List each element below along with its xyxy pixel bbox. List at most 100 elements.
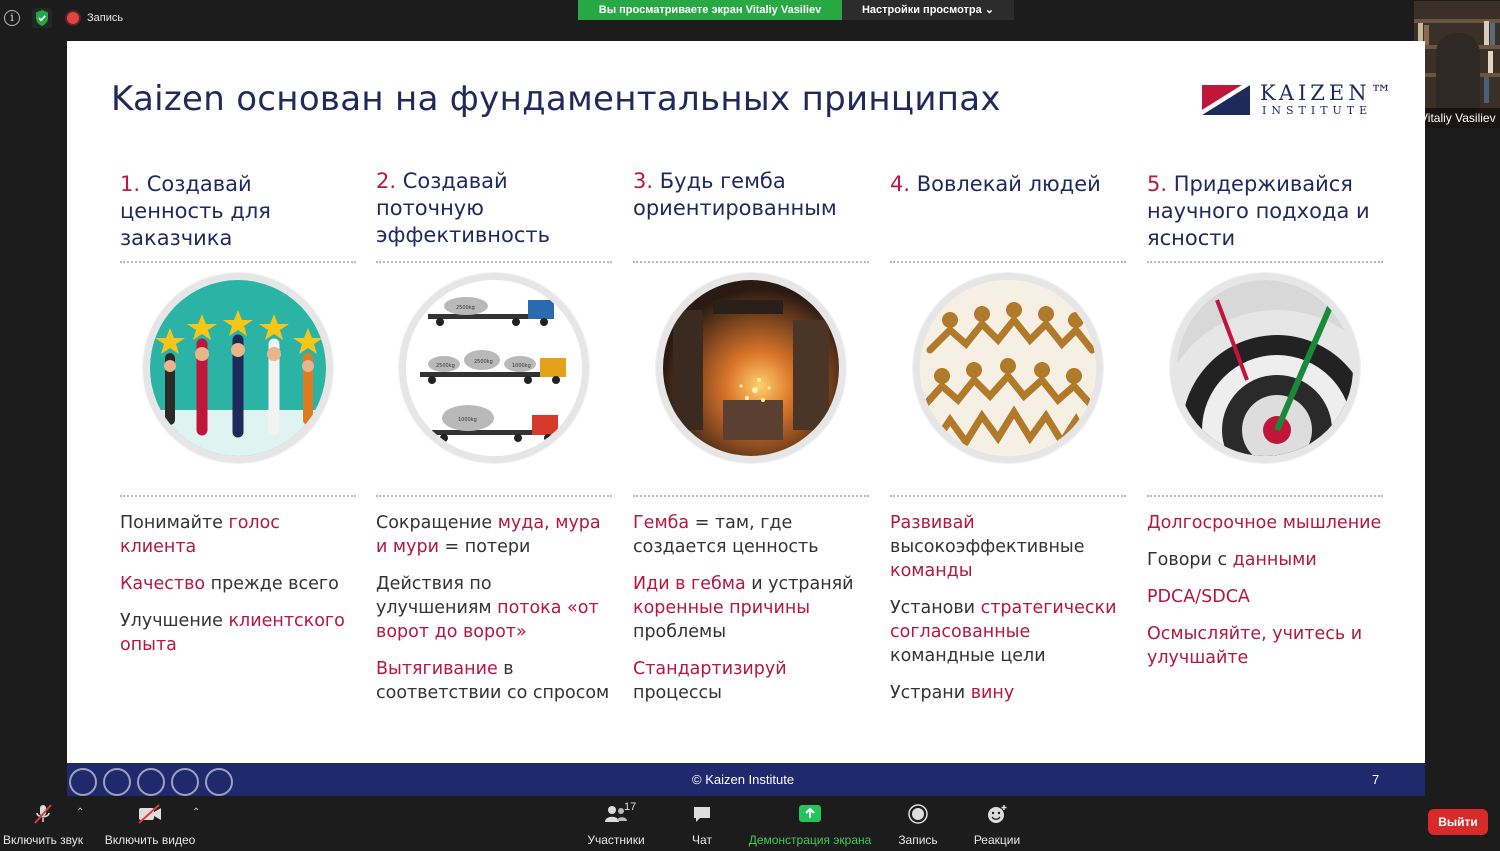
bullet-text: Установи [890,598,981,618]
slides-grid-icon[interactable] [137,768,165,796]
highlighted-text: Гемба [633,513,690,533]
people-chain-illustration [913,273,1103,463]
slide-page-number: 7 [1372,772,1380,787]
principle-bullet: Действия по улучшениям потока «от ворот … [376,572,612,644]
meeting-toolbar: Включить звук ⌃ Включить видео ⌃ 17 Учас… [0,797,1500,851]
principle-bullets: Понимайте голос клиента Качество прежде в… [120,497,356,657]
video-options-caret-icon[interactable]: ⌃ [192,807,200,818]
audio-options-caret-icon[interactable]: ⌃ [76,807,84,818]
share-banner: Вы просматриваете экран Vitaliy Vasiliev [578,0,842,20]
weight-label: 2500kg [436,363,455,369]
weight-label: 1000kg [458,417,477,423]
recording-indicator[interactable]: Запись [67,9,123,27]
principle-bullet: Понимайте голос клиента [120,511,356,559]
participants-button[interactable]: 17 Участники [580,801,652,847]
highlighted-text: Долгосрочное мышление [1147,513,1382,533]
chat-label: Чат [692,833,712,847]
principle-bullets: Гемба = там, где создается ценность Иди в… [633,497,869,705]
principle-bullets: Долгосрочное мышление Говори с данными PDC… [1147,497,1383,670]
leave-meeting-button[interactable]: Выйти [1428,809,1488,835]
share-screen-label: Демонстрация экрана [748,833,872,847]
highlighted-text: PDCA/SDCA [1147,587,1250,607]
next-slide-icon[interactable] [205,768,233,796]
start-video-label: Включить видео [104,833,196,847]
shield-icon[interactable] [32,8,52,28]
principle-number: 3. [633,169,654,193]
pen-icon[interactable] [103,768,131,796]
top-bar: i Запись Вы просматриваете экран Vitaliy… [0,0,1500,40]
footer-copyright: © Kaizen Institute [692,772,795,787]
principle-column-5: 5. Придерживайся научного подхода и ясно… [1147,171,1383,683]
record-label: Запись [898,833,938,847]
highlighted-text: Качество [120,574,206,594]
bullet-text: Сокращение [376,513,498,533]
unmute-button[interactable]: Включить звук [0,803,86,847]
principle-bullet: Осмысляйте, учитесь и улучшайте [1147,622,1383,670]
reactions-smiley-icon [966,803,1028,825]
bullet-text: Улучшение [120,611,229,631]
bullet-text: процессы [633,683,722,703]
principle-title: Будь гемба ориентированным [633,169,837,220]
chat-button[interactable]: Чат [680,803,724,847]
participant-video-thumbnail[interactable]: Vitaliy Vasiliev [1414,1,1500,128]
principle-title: Создавай поточную эффективность [376,169,551,247]
participants-count: 17 [624,801,637,813]
muted-microphone-icon [0,803,86,825]
principle-number: 5. [1147,172,1168,196]
bullet-text: Устрани [890,683,971,703]
view-options-button[interactable]: Настройки просмотра ⌄ [842,0,1014,20]
participants-label: Участники [587,833,645,847]
reactions-label: Реакции [973,833,1021,847]
principle-bullet: Гемба = там, где создается ценность [633,511,869,559]
principle-column-3: 3. Будь гемба ориентированным Гемба = та… [633,168,869,718]
principle-number: 2. [376,169,397,193]
record-icon [892,803,944,825]
logo-subtext: INSTITUTE [1262,104,1373,117]
highlighted-text: вину [970,683,1015,703]
principle-bullet: Вытягивание в соответствии со спросом [376,657,612,705]
principle-number: 1. [120,172,141,196]
principle-bullet: Установи стратегически согласованные ком… [890,596,1126,668]
bullet-text: и устраняй [745,574,854,594]
principle-title: Вовлекай людей [916,172,1101,196]
principle-column-2: 2. Создавай поточную эффективность 2500k… [376,169,612,718]
principle-title: Создавай ценность для заказчика [120,172,271,250]
start-video-button[interactable]: Включить видео [100,803,200,847]
record-button[interactable]: Запись [892,803,944,847]
principle-heading: 3. Будь гемба ориентированным [633,168,869,258]
bullet-text: командные цели [890,646,1046,666]
principle-bullet: Иди в гебма и устраняй коренные причины … [633,572,869,644]
principle-bullet: Говори с данными [1147,548,1383,572]
participant-name: Vitaliy Vasiliev [1414,108,1500,128]
highlighted-text: коренные причины [633,598,811,618]
unmute-label: Включить звук [2,833,84,847]
principle-title: Придерживайся научного подхода и ясности [1147,172,1370,250]
info-icon[interactable]: i [4,10,20,26]
zoom-window: i Запись Вы просматриваете экран Vitaliy… [0,0,1500,851]
bullet-text: Понимайте [120,513,229,533]
principle-column-1: 1. Создавай ценность для заказчика Поним… [120,171,356,670]
bullet-text: = потери [438,537,531,557]
principle-heading: 1. Создавай ценность для заказчика [120,171,356,261]
factory-gemba-illustration [656,273,846,463]
weight-label: 2500kg [456,305,475,311]
previous-slide-icon[interactable] [69,768,97,796]
kaizen-logo: KAIZEN™ INSTITUTE [1202,81,1392,121]
share-screen-icon [744,803,876,825]
bullet-text: проблемы [633,622,727,642]
highlighted-text: Развивай [890,513,975,533]
principle-bullet: Сокращение муда, мура и мури = потери [376,511,612,559]
share-screen-button[interactable]: Демонстрация экрана [744,803,876,847]
participant-silhouette [1436,33,1480,113]
reactions-button[interactable]: Реакции [966,803,1028,847]
bullet-text: высокоэффективные [890,537,1085,557]
principle-bullet: Устрани вину [890,681,1126,705]
record-dot-icon [67,12,79,24]
weight-label: 1000kg [512,363,531,369]
dartboard-illustration [1170,273,1360,463]
principle-bullet: Улучшение клиентского опыта [120,609,356,657]
more-options-icon[interactable] [171,768,199,796]
principle-bullet: Долгосрочное мышление [1147,511,1383,535]
bullet-text: Говори с [1147,550,1233,570]
customer-stars-illustration [143,273,333,463]
